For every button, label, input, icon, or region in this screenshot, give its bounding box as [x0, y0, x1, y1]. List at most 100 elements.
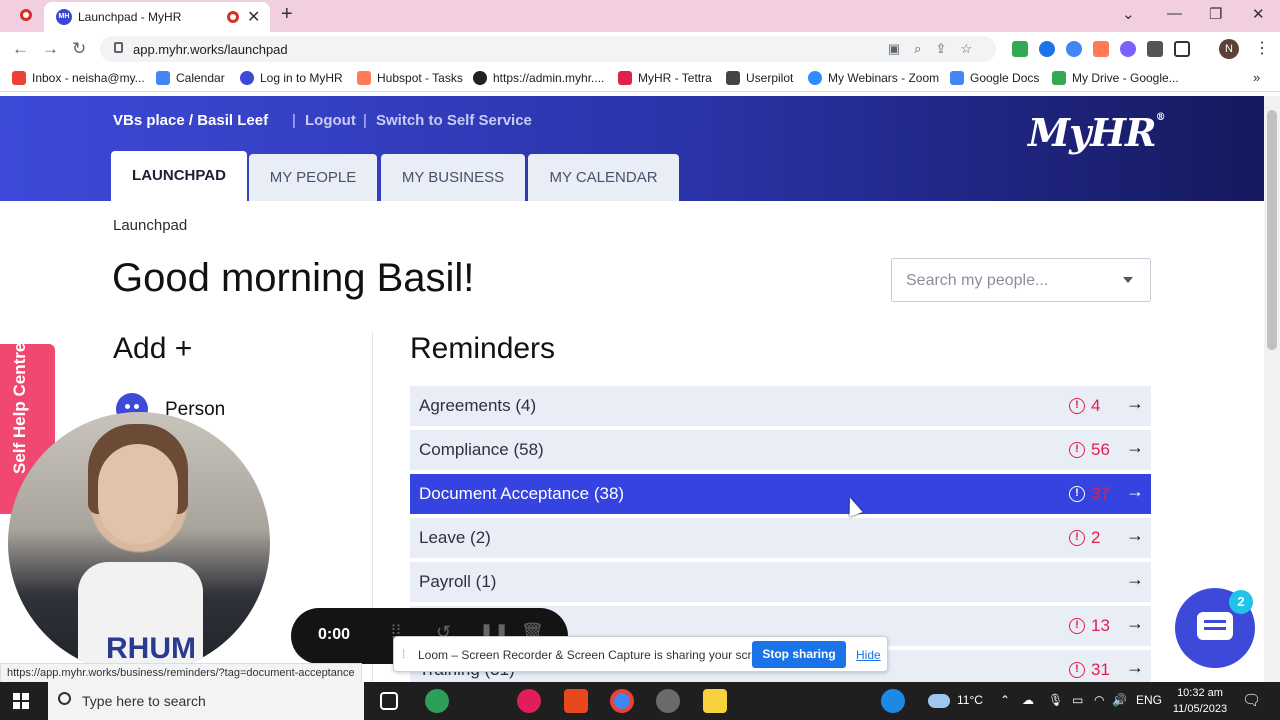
onedrive-icon[interactable]: ☁: [1022, 693, 1034, 707]
volume-icon[interactable]: 🔊: [1112, 693, 1127, 707]
chevron-down-icon[interactable]: [1123, 277, 1133, 283]
android-studio-icon[interactable]: [425, 689, 449, 713]
extension-icon-2[interactable]: [1120, 40, 1136, 57]
temperature[interactable]: 11°C: [957, 693, 983, 707]
switch-self-service-link[interactable]: Switch to Self Service: [376, 112, 532, 129]
tab-launchpad[interactable]: LAUNCHPAD: [111, 151, 247, 201]
puzzle-icon[interactable]: [1147, 40, 1163, 57]
windows-start-icon[interactable]: [13, 693, 29, 709]
bookmark-item[interactable]: Log in to MyHR: [240, 71, 343, 85]
myhr-icon: [240, 71, 254, 85]
webcam-bubble[interactable]: RHUM: [8, 412, 270, 674]
forward-icon[interactable]: →: [42, 39, 59, 59]
system-clock[interactable]: 10:32 am 11/05/2023: [1170, 685, 1230, 717]
reminder-row[interactable]: Document Acceptance (38)! 37 →: [410, 474, 1151, 514]
reminder-row[interactable]: Agreements (4)! 4 →: [410, 386, 1151, 426]
zoom-icon: [808, 71, 822, 85]
tab-my-calendar[interactable]: MY CALENDAR: [528, 154, 679, 201]
bookmark-item[interactable]: Google Docs: [950, 71, 1039, 85]
arrow-right-icon[interactable]: →: [1126, 481, 1144, 502]
screen-share-notice: ⁞ Loom – Screen Recorder & Screen Captur…: [393, 636, 888, 672]
add-section-title: Add +: [113, 332, 193, 365]
browser-toolbar: ← → ↻ app.myhr.works/launchpad ▣⌕⇪☆ N ⋮: [0, 32, 1280, 66]
tab-search-icon[interactable]: ⌄: [1122, 5, 1135, 23]
search-icon: [58, 692, 71, 705]
extension-icon[interactable]: [1039, 40, 1055, 57]
grip-icon[interactable]: ⁞: [402, 647, 405, 661]
reminder-alert-count: 56: [1091, 440, 1110, 459]
arrow-right-icon[interactable]: →: [1126, 393, 1144, 414]
app-icon[interactable]: [656, 689, 680, 713]
page-scrollbar[interactable]: [1264, 96, 1280, 682]
url-text[interactable]: app.myhr.works/launchpad: [133, 42, 288, 57]
browser-tab[interactable]: MH Launchpad - MyHR ✕: [44, 2, 270, 32]
arrow-right-icon[interactable]: →: [1126, 657, 1144, 678]
restore-button[interactable]: ❐: [1209, 5, 1222, 23]
profile-avatar[interactable]: N: [1219, 39, 1239, 59]
close-tab-icon[interactable]: ✕: [247, 7, 260, 27]
tray-chevron-icon[interactable]: ⌃: [1000, 693, 1010, 707]
reminder-alert-count: 2: [1091, 528, 1101, 547]
sticky-notes-icon[interactable]: [703, 689, 727, 713]
logout-link[interactable]: Logout: [305, 112, 356, 129]
microphone-icon[interactable]: 🎙: [1048, 693, 1063, 707]
arrow-right-icon[interactable]: →: [1126, 437, 1144, 458]
language-indicator[interactable]: ENG: [1136, 693, 1162, 707]
bookmark-item[interactable]: MyHR - Tettra: [618, 71, 712, 85]
tab-my-business[interactable]: MY BUSINESS: [381, 154, 525, 201]
reminder-row[interactable]: Payroll (1) →: [410, 562, 1151, 602]
minimize-button[interactable]: —: [1167, 5, 1182, 22]
separator: |: [363, 112, 367, 129]
bookmark-item[interactable]: Userpilot: [726, 71, 793, 85]
reminder-row[interactable]: Compliance (58)! 56 →: [410, 430, 1151, 470]
battery-icon[interactable]: ▭: [1072, 693, 1083, 707]
arrow-right-icon[interactable]: →: [1126, 569, 1144, 590]
people-search-select[interactable]: Search my people...: [891, 258, 1151, 302]
separator: |: [292, 112, 296, 129]
omnibox-actions[interactable]: ▣⌕⇪☆: [888, 41, 986, 57]
notifications-icon[interactable]: 🗨: [1242, 691, 1261, 709]
password-extension-icon[interactable]: [1066, 40, 1082, 57]
bookmark-item[interactable]: Inbox - neisha@my...: [12, 71, 145, 85]
more-bookmarks-icon[interactable]: »: [1253, 70, 1260, 85]
hubspot-extension-icon[interactable]: [1093, 40, 1109, 57]
tab-recording-icon: [227, 11, 239, 23]
tab-my-people[interactable]: MY PEOPLE: [249, 154, 377, 201]
menu-icon[interactable]: ⋮: [1254, 38, 1270, 58]
address-bar[interactable]: app.myhr.works/launchpad ▣⌕⇪☆: [100, 36, 996, 62]
reload-icon[interactable]: ↻: [72, 39, 86, 59]
back-icon[interactable]: ←: [12, 39, 29, 59]
bookmark-item[interactable]: My Webinars - Zoom: [808, 71, 939, 85]
breadcrumb[interactable]: Launchpad: [113, 217, 187, 234]
office-icon[interactable]: [564, 689, 588, 713]
google-drive-extension-icon[interactable]: [1012, 40, 1028, 57]
reminder-label: Document Acceptance (38): [419, 484, 625, 503]
bookmark-item[interactable]: My Drive - Google...: [1052, 71, 1179, 85]
reminder-label: Agreements (4): [419, 396, 537, 415]
bookmark-item[interactable]: https://admin.myhr....: [473, 71, 604, 85]
alert-icon: !: [1069, 618, 1085, 634]
wifi-icon[interactable]: ◠: [1094, 693, 1104, 707]
slack-icon[interactable]: [517, 689, 541, 713]
org-user-label: VBs place / Basil Leef: [113, 112, 269, 129]
arrow-right-icon[interactable]: →: [1126, 613, 1144, 634]
tettra-icon: [618, 71, 632, 85]
help-icon[interactable]: [881, 689, 905, 713]
reminder-row[interactable]: Leave (2)! 2 →: [410, 518, 1151, 558]
bookmark-item[interactable]: Hubspot - Tasks: [357, 71, 463, 85]
myhr-logo[interactable]: MyHR®: [1028, 110, 1166, 155]
lock-icon[interactable]: [114, 42, 123, 53]
sidebar-icon[interactable]: [1174, 40, 1190, 57]
stop-sharing-button[interactable]: Stop sharing: [752, 641, 846, 668]
task-view-icon[interactable]: [380, 692, 398, 710]
new-tab-button[interactable]: +: [281, 3, 293, 26]
scroll-thumb[interactable]: [1267, 110, 1277, 350]
chrome-icon[interactable]: [610, 689, 634, 713]
help-centre-label: Self Help Centre: [10, 342, 29, 474]
close-window-button[interactable]: ✕: [1252, 5, 1265, 23]
taskbar-search[interactable]: Type here to search: [48, 682, 364, 720]
bookmark-item[interactable]: Calendar: [156, 71, 225, 85]
search-placeholder: Search my people...: [906, 272, 1049, 289]
hide-link[interactable]: Hide: [856, 648, 881, 662]
arrow-right-icon[interactable]: →: [1126, 525, 1144, 546]
